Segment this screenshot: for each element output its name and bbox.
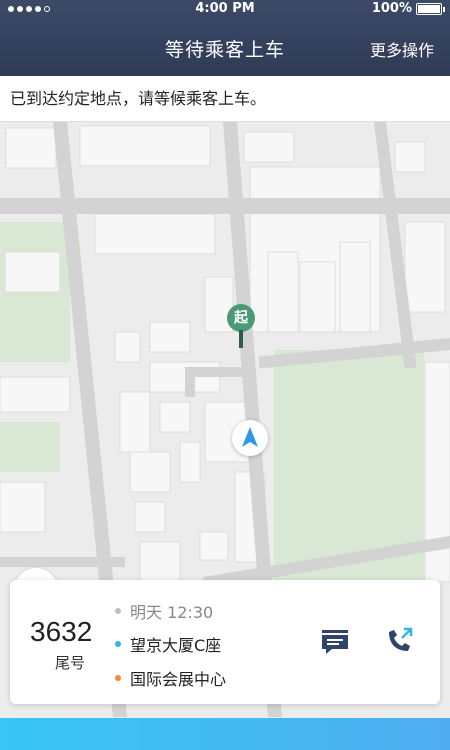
status-bar: 4:00 PM 100% xyxy=(0,0,450,18)
top-bar: 4:00 PM 100% 等待乘客上车 更多操作 xyxy=(0,0,450,76)
battery-icon xyxy=(416,3,445,15)
origin-row: 望京大厦C座 xyxy=(115,632,221,656)
destination-row: 国际会展中心 xyxy=(115,666,226,690)
arrival-notice: 已到达约定地点，请等候乘客上车。 xyxy=(0,76,450,122)
origin-dot xyxy=(115,641,121,647)
start-marker-label: 起 xyxy=(227,304,255,332)
tail-number-label: 尾号 xyxy=(55,654,86,672)
start-marker[interactable]: 起 xyxy=(227,304,255,348)
pickup-time-row: 明天 12:30 xyxy=(115,599,213,623)
tail-number: 3632 xyxy=(30,616,93,647)
battery-percent: 100% xyxy=(371,1,412,16)
message-button[interactable] xyxy=(318,624,352,658)
current-location-marker xyxy=(232,420,268,456)
destination-address: 国际会展中心 xyxy=(130,670,227,689)
origin-address: 望京大厦C座 xyxy=(130,636,222,655)
pickup-time: 明天 12:30 xyxy=(130,603,214,622)
more-actions-button[interactable]: 更多操作 xyxy=(370,37,434,61)
message-icon xyxy=(322,630,348,654)
destination-dot xyxy=(115,675,121,681)
order-card: 3632 尾号 明天 12:30 望京大厦C座 国际会展中心 xyxy=(10,580,440,704)
call-button[interactable] xyxy=(382,624,416,658)
navigation-arrow-icon xyxy=(242,427,258,447)
time-dot xyxy=(115,608,121,614)
bottom-action-bar[interactable] xyxy=(0,718,450,750)
phone-icon xyxy=(389,627,413,651)
